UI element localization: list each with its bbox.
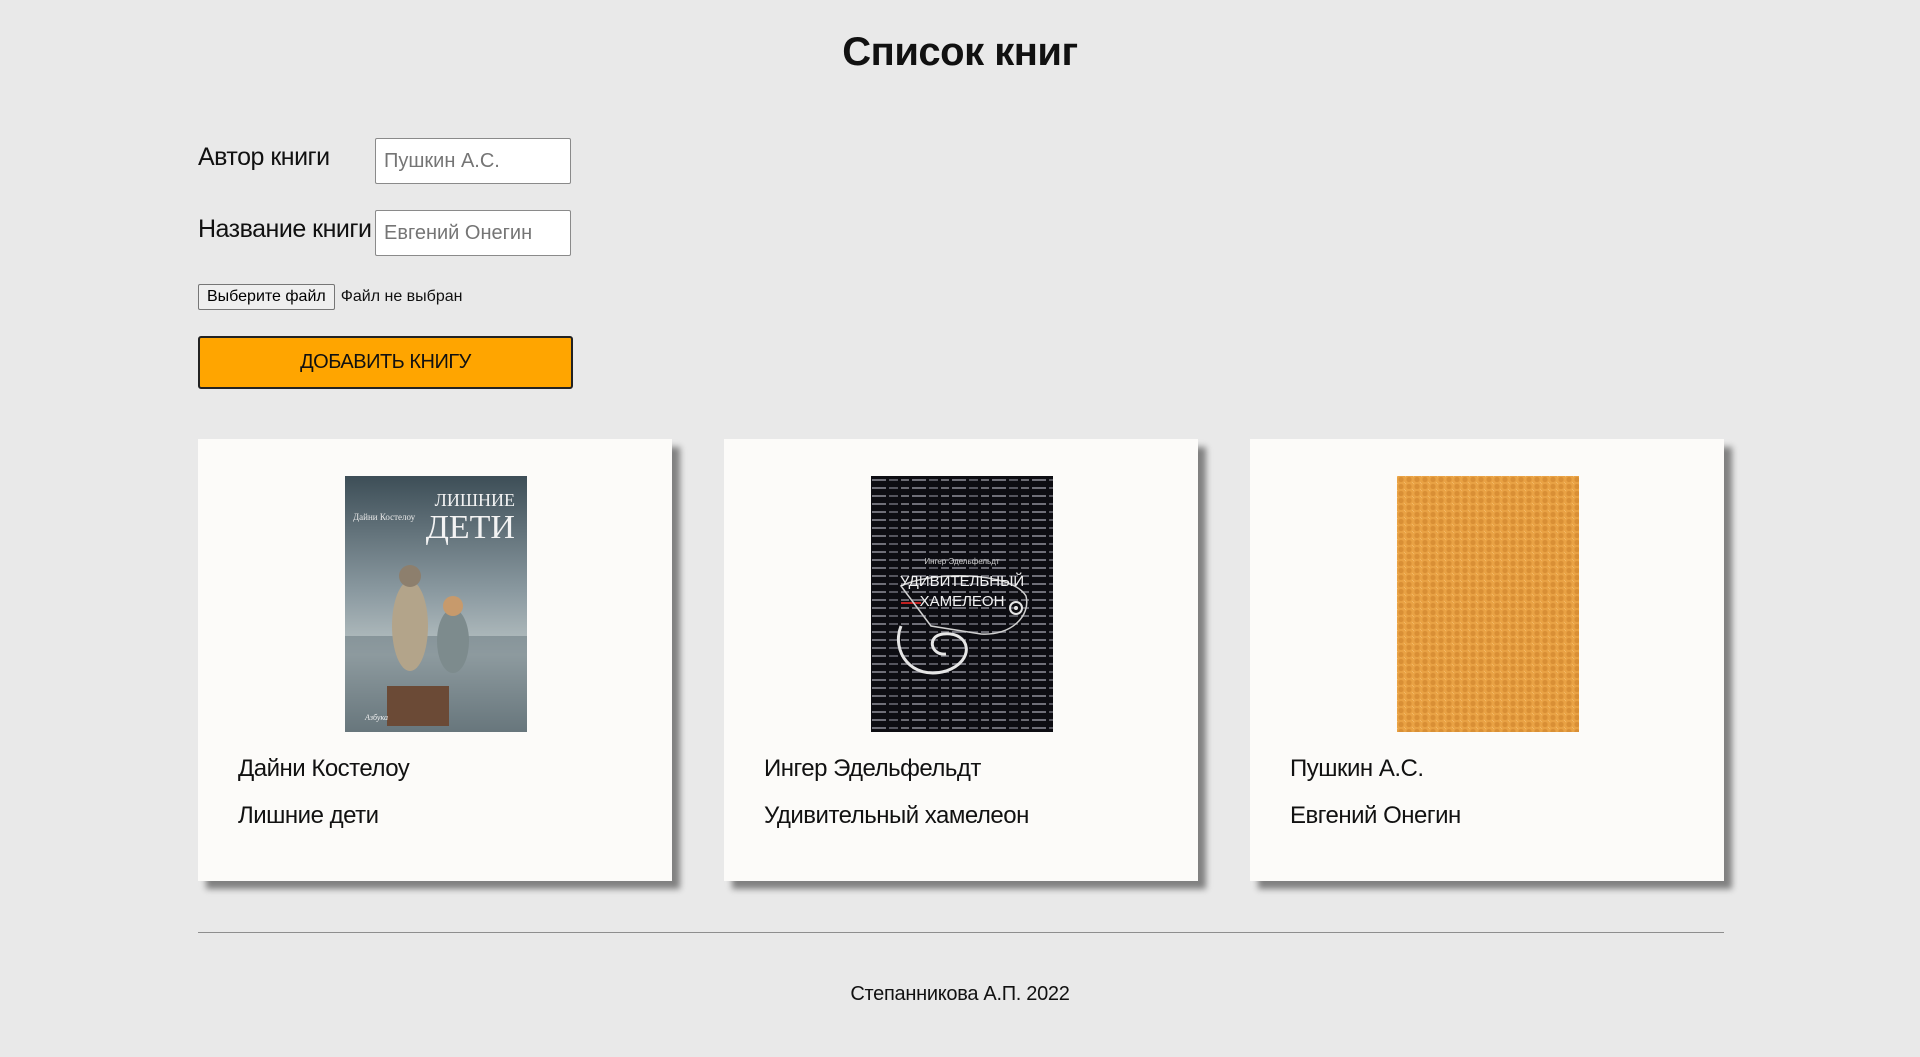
page-title: Список книг — [842, 30, 1078, 74]
book-author: Ингер Эдельфельдт — [764, 755, 981, 782]
file-picker: Выберите файл Файл не выбран — [198, 284, 462, 310]
title-label: Название книги — [198, 215, 372, 243]
book-author: Пушкин А.С. — [1290, 755, 1424, 782]
book-cover-image: ЛИШНИЕ ДЕТИ Дайни Костелоу Азбука — [345, 476, 527, 732]
file-status-text: Файл не выбран — [340, 288, 463, 305]
cover-author: Ингер Эдельфельдт — [924, 557, 999, 566]
book-title: Удивительный хамелеон — [764, 802, 1029, 829]
title-input[interactable] — [375, 210, 571, 256]
book-author: Дайни Костелоу — [238, 755, 410, 782]
book-list: ЛИШНИЕ ДЕТИ Дайни Костелоу Азбука Дайни … — [198, 439, 1724, 881]
book-title: Евгений Онегин — [1290, 802, 1461, 829]
cover-title-line1: ЛИШНИЕ — [435, 490, 515, 510]
cover-title-line2: ХАМЕЛЕОН — [920, 593, 1005, 610]
author-input[interactable] — [375, 138, 571, 184]
book-cover-image: УДИВИТЕЛЬНЫЙ ХАМЕЛЕОН Ингер Эдельфельдт — [871, 476, 1053, 732]
book-card: УДИВИТЕЛЬНЫЙ ХАМЕЛЕОН Ингер Эдельфельдт … — [724, 439, 1198, 881]
cover-title-line1: УДИВИТЕЛЬНЫЙ — [900, 572, 1024, 590]
book-title: Лишние дети — [238, 802, 379, 829]
book-cover-image — [1397, 476, 1579, 732]
cover-author: Дайни Костелоу — [353, 512, 416, 522]
choose-file-button[interactable]: Выберите файл — [198, 284, 335, 310]
add-book-button[interactable]: ДОБАВИТЬ КНИГУ — [198, 336, 573, 389]
footer-text: Степанникова А.П. 2022 — [850, 983, 1070, 1005]
book-card: ЛИШНИЕ ДЕТИ Дайни Костелоу Азбука Дайни … — [198, 439, 672, 881]
footer-divider — [198, 932, 1724, 933]
book-card: Пушкин А.С. Евгений Онегин — [1250, 439, 1724, 881]
author-label: Автор книги — [198, 143, 330, 171]
cover-title-line2: ДЕТИ — [426, 509, 515, 546]
cover-brand: Азбука — [364, 713, 388, 722]
